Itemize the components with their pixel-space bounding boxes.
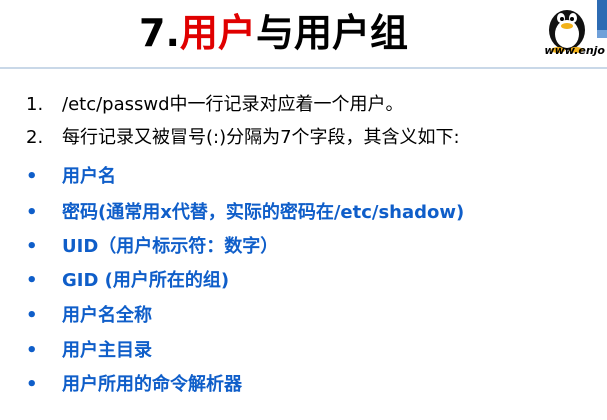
slide: 7.用户与用户组 www.enjo 1. /etc/passwd中一行记录对应着… [0, 0, 607, 420]
bullet-dot: • [26, 236, 38, 257]
bullet-dot: • [26, 340, 38, 361]
bullet-text: GID (用户所在的组) [62, 270, 230, 291]
bullet-text: 用户所用的命令解析器 [62, 374, 242, 395]
item-number: 2. [26, 127, 44, 148]
title-area: 7.用户与用户组 [0, 8, 607, 58]
title-number: 7. [139, 11, 180, 55]
title-rest: 与用户组 [255, 11, 408, 55]
bullet-dot: • [26, 305, 38, 326]
bullet-text: 用户名 [62, 166, 116, 187]
bullet-text: 用户名全称 [62, 305, 152, 326]
item-text: 每行记录又被冒号(:)分隔为7个字段，其含义如下: [62, 127, 460, 148]
item-number: 1. [26, 94, 44, 115]
item-text: /etc/passwd中一行记录对应着一个用户。 [62, 94, 404, 115]
bullet-dot: • [26, 166, 38, 187]
bullet-dot: • [26, 374, 38, 395]
title-accent: 用户 [179, 11, 256, 55]
bullet-dot: • [26, 202, 38, 223]
logo-text: www.enjo [544, 44, 605, 57]
bullet-text: 用户主目录 [62, 340, 152, 361]
bullet-text: 密码(通常用x代替，实际的密码在/etc/shadow) [62, 202, 465, 223]
header-divider [0, 67, 607, 69]
bullet-text: UID（用户标示符：数字） [62, 236, 279, 257]
bullet-dot: • [26, 270, 38, 291]
slide-title: 7.用户与用户组 [139, 8, 408, 58]
